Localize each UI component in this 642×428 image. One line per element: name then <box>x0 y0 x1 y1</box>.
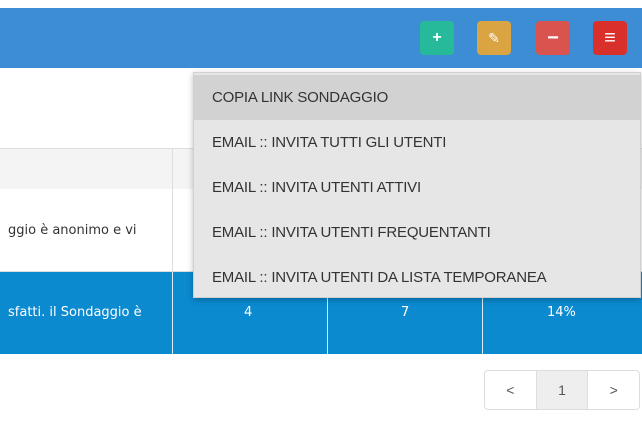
menu-item-copy-link[interactable]: COPIA LINK SONDAGGIO <box>194 75 640 120</box>
column-divider <box>172 272 173 354</box>
minus-icon: − <box>547 26 559 49</box>
count-cell: 4 <box>244 305 253 320</box>
remove-button[interactable]: − <box>536 21 570 55</box>
menu-item-invite-temp-list[interactable]: EMAIL :: INVITA UTENTI DA LISTA TEMPORAN… <box>194 255 640 300</box>
edit-icon: ✎ <box>488 29 500 46</box>
survey-description-cell: sfatti. il Sondaggio è <box>8 305 142 320</box>
column-divider <box>172 189 173 271</box>
prev-page-button[interactable]: < <box>485 371 536 409</box>
plus-icon: + <box>432 29 442 46</box>
menu-item-invite-all[interactable]: EMAIL :: INVITA TUTTI GLI UTENTI <box>194 120 640 165</box>
next-page-button[interactable]: > <box>587 371 639 409</box>
edit-button[interactable]: ✎ <box>477 21 511 55</box>
add-button[interactable]: + <box>420 21 454 55</box>
menu-item-invite-active[interactable]: EMAIL :: INVITA UTENTI ATTIVI <box>194 165 640 210</box>
menu-icon: ≡ <box>604 26 616 49</box>
menu-item-invite-attending[interactable]: EMAIL :: INVITA UTENTI FREQUENTANTI <box>194 210 640 255</box>
column-divider <box>172 149 173 189</box>
menu-button[interactable]: ≡ <box>593 21 627 55</box>
survey-description-cell: ggio è anonimo e vi <box>8 223 137 238</box>
actions-dropdown-menu: COPIA LINK SONDAGGIO EMAIL :: INVITA TUT… <box>193 72 641 298</box>
page-1-button[interactable]: 1 <box>535 371 588 409</box>
percent-cell: 14% <box>547 305 576 320</box>
pagination: < 1 > <box>484 370 640 410</box>
count-cell: 7 <box>401 305 410 320</box>
